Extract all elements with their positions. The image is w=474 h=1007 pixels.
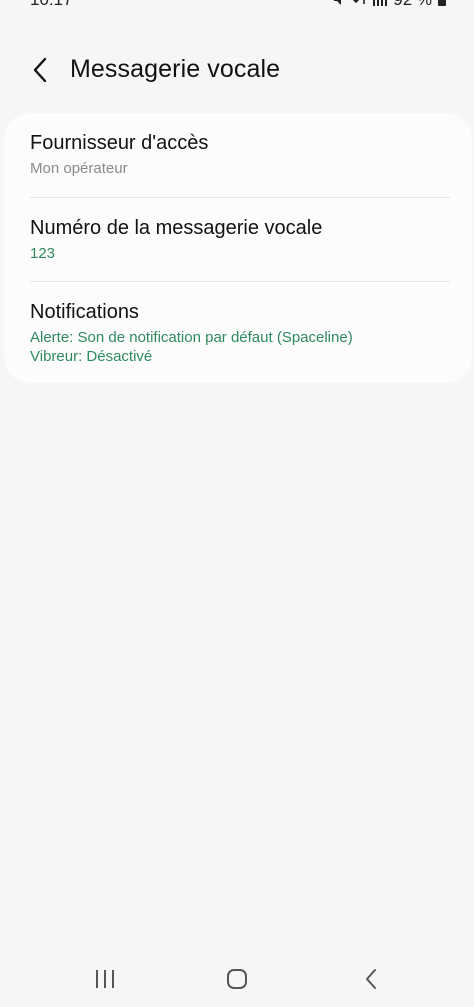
recent-apps-button[interactable] [85,963,125,999]
home-button[interactable] [217,963,257,999]
setting-notifications-alert: Alerte: Son de notification par défaut (… [30,329,353,346]
setting-notifications-vibration: Vibreur: Désactivé [30,348,153,365]
setting-voicemail-number-value: 123 [30,245,56,262]
setting-notifications[interactable]: Notifications Alerte: Son de notificatio… [4,282,472,383]
navigation-bar [0,955,474,1007]
back-button[interactable] [26,57,54,88]
page-title: Messagerie vocale [70,55,281,83]
battery-icon [438,0,446,6]
data-transfer-icon [353,0,367,6]
status-time: 10:17 [30,0,73,10]
recent-apps-icon [94,968,116,995]
chevron-left-icon [32,57,48,88]
mute-icon [333,0,347,6]
battery-percent: 92 % [393,0,432,10]
setting-notifications-title: Notifications [30,301,139,323]
home-icon [226,968,248,995]
app-header: Messagerie vocale [0,48,474,98]
setting-provider-value: Mon opérateur [30,160,128,177]
setting-provider-title: Fournisseur d'accès [30,132,209,154]
settings-card: Fournisseur d'accès Mon opérateur Numéro… [4,113,472,383]
status-icons: 92 % [333,0,446,10]
setting-voicemail-number-title: Numéro de la messagerie vocale [30,217,323,239]
back-icon [364,968,378,995]
setting-voicemail-number[interactable]: Numéro de la messagerie vocale 123 [4,198,472,281]
back-nav-button[interactable] [351,963,391,999]
status-bar: 10:17 92 % [0,0,474,10]
signal-icon [373,0,388,6]
setting-provider[interactable]: Fournisseur d'accès Mon opérateur [4,113,472,197]
